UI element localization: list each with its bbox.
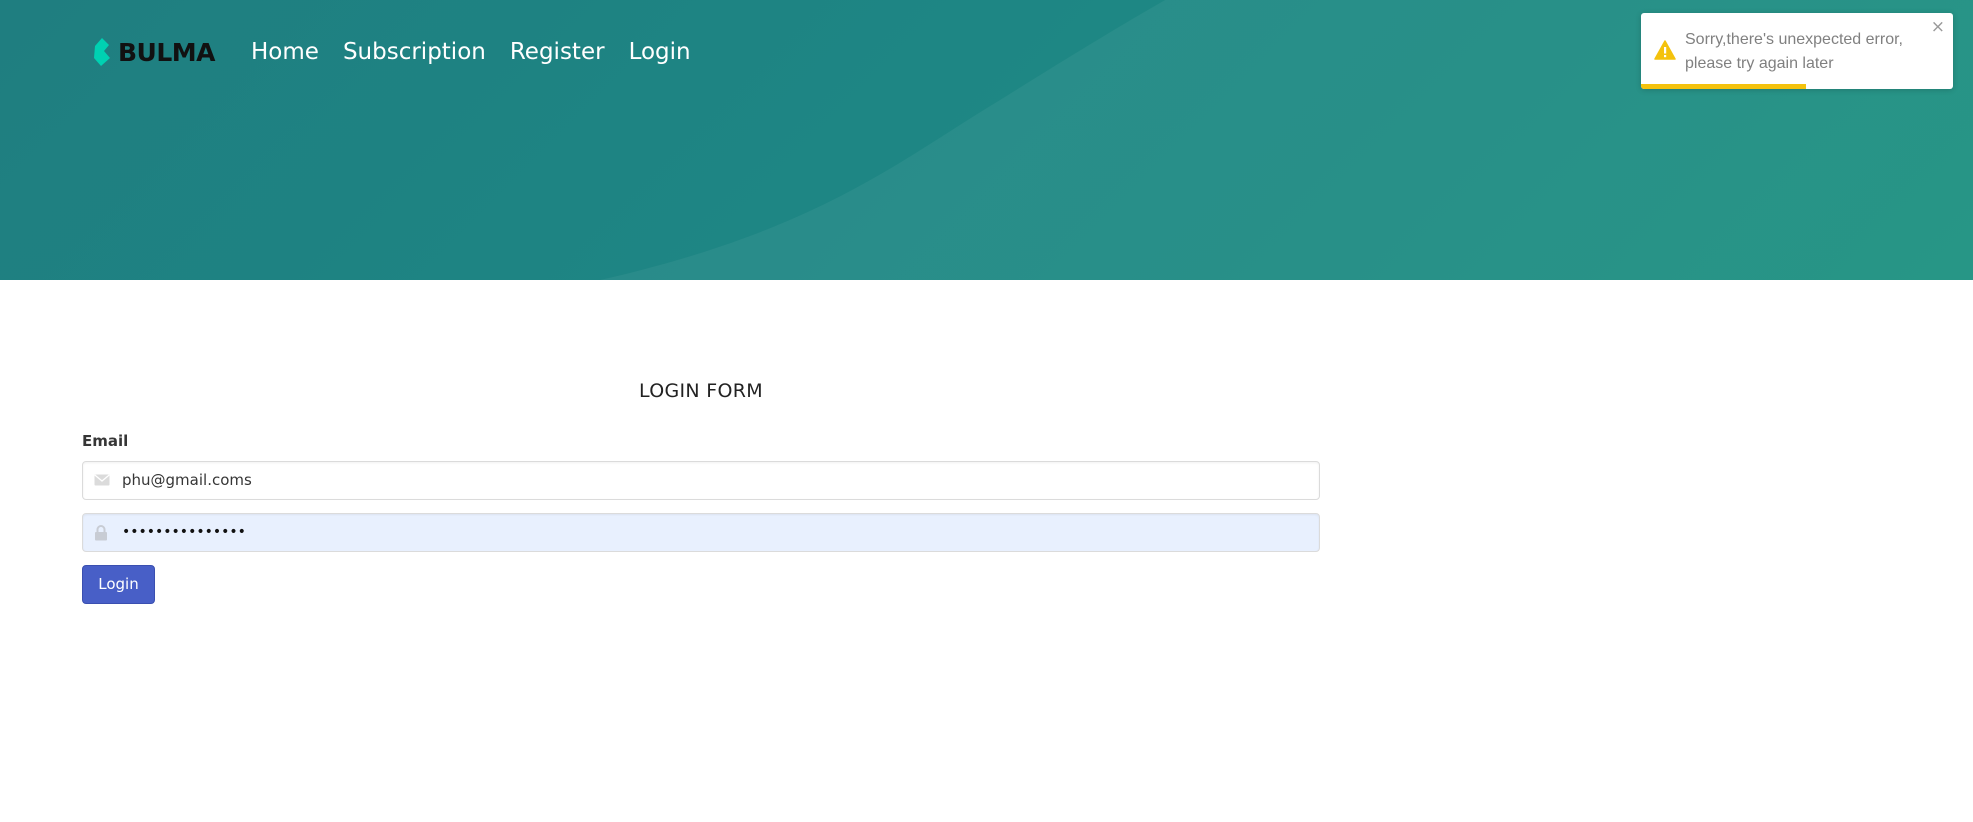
email-value: phu@gmail.coms [122, 471, 252, 489]
bulma-logo-icon [94, 38, 110, 66]
nav-subscription[interactable]: Subscription [343, 39, 486, 65]
brand-logo[interactable]: BULMA [93, 37, 216, 67]
password-field[interactable]: ••••••••••••••• [82, 513, 1320, 552]
envelope-icon [94, 474, 110, 486]
toast-message: Sorry,there's unexpected error, please t… [1685, 31, 1903, 72]
toast-progress-bar [1641, 84, 1953, 89]
warning-icon [1654, 40, 1676, 60]
form-title: LOGIN FORM [639, 380, 763, 402]
close-icon[interactable]: × [1931, 17, 1945, 37]
password-value: ••••••••••••••• [122, 524, 246, 540]
nav-home[interactable]: Home [251, 39, 319, 65]
lock-icon [95, 525, 107, 541]
nav-login[interactable]: Login [629, 39, 691, 65]
navbar: BULMA Home Subscription Register Login [93, 30, 715, 74]
email-label: Email [82, 432, 129, 450]
nav-register[interactable]: Register [510, 39, 605, 65]
login-button[interactable]: Login [82, 565, 155, 604]
brand-name: BULMA [118, 37, 216, 67]
error-toast: Sorry,there's unexpected error, please t… [1641, 13, 1953, 89]
email-field[interactable]: phu@gmail.coms [82, 461, 1320, 500]
toast-progress-fill [1641, 84, 1807, 89]
